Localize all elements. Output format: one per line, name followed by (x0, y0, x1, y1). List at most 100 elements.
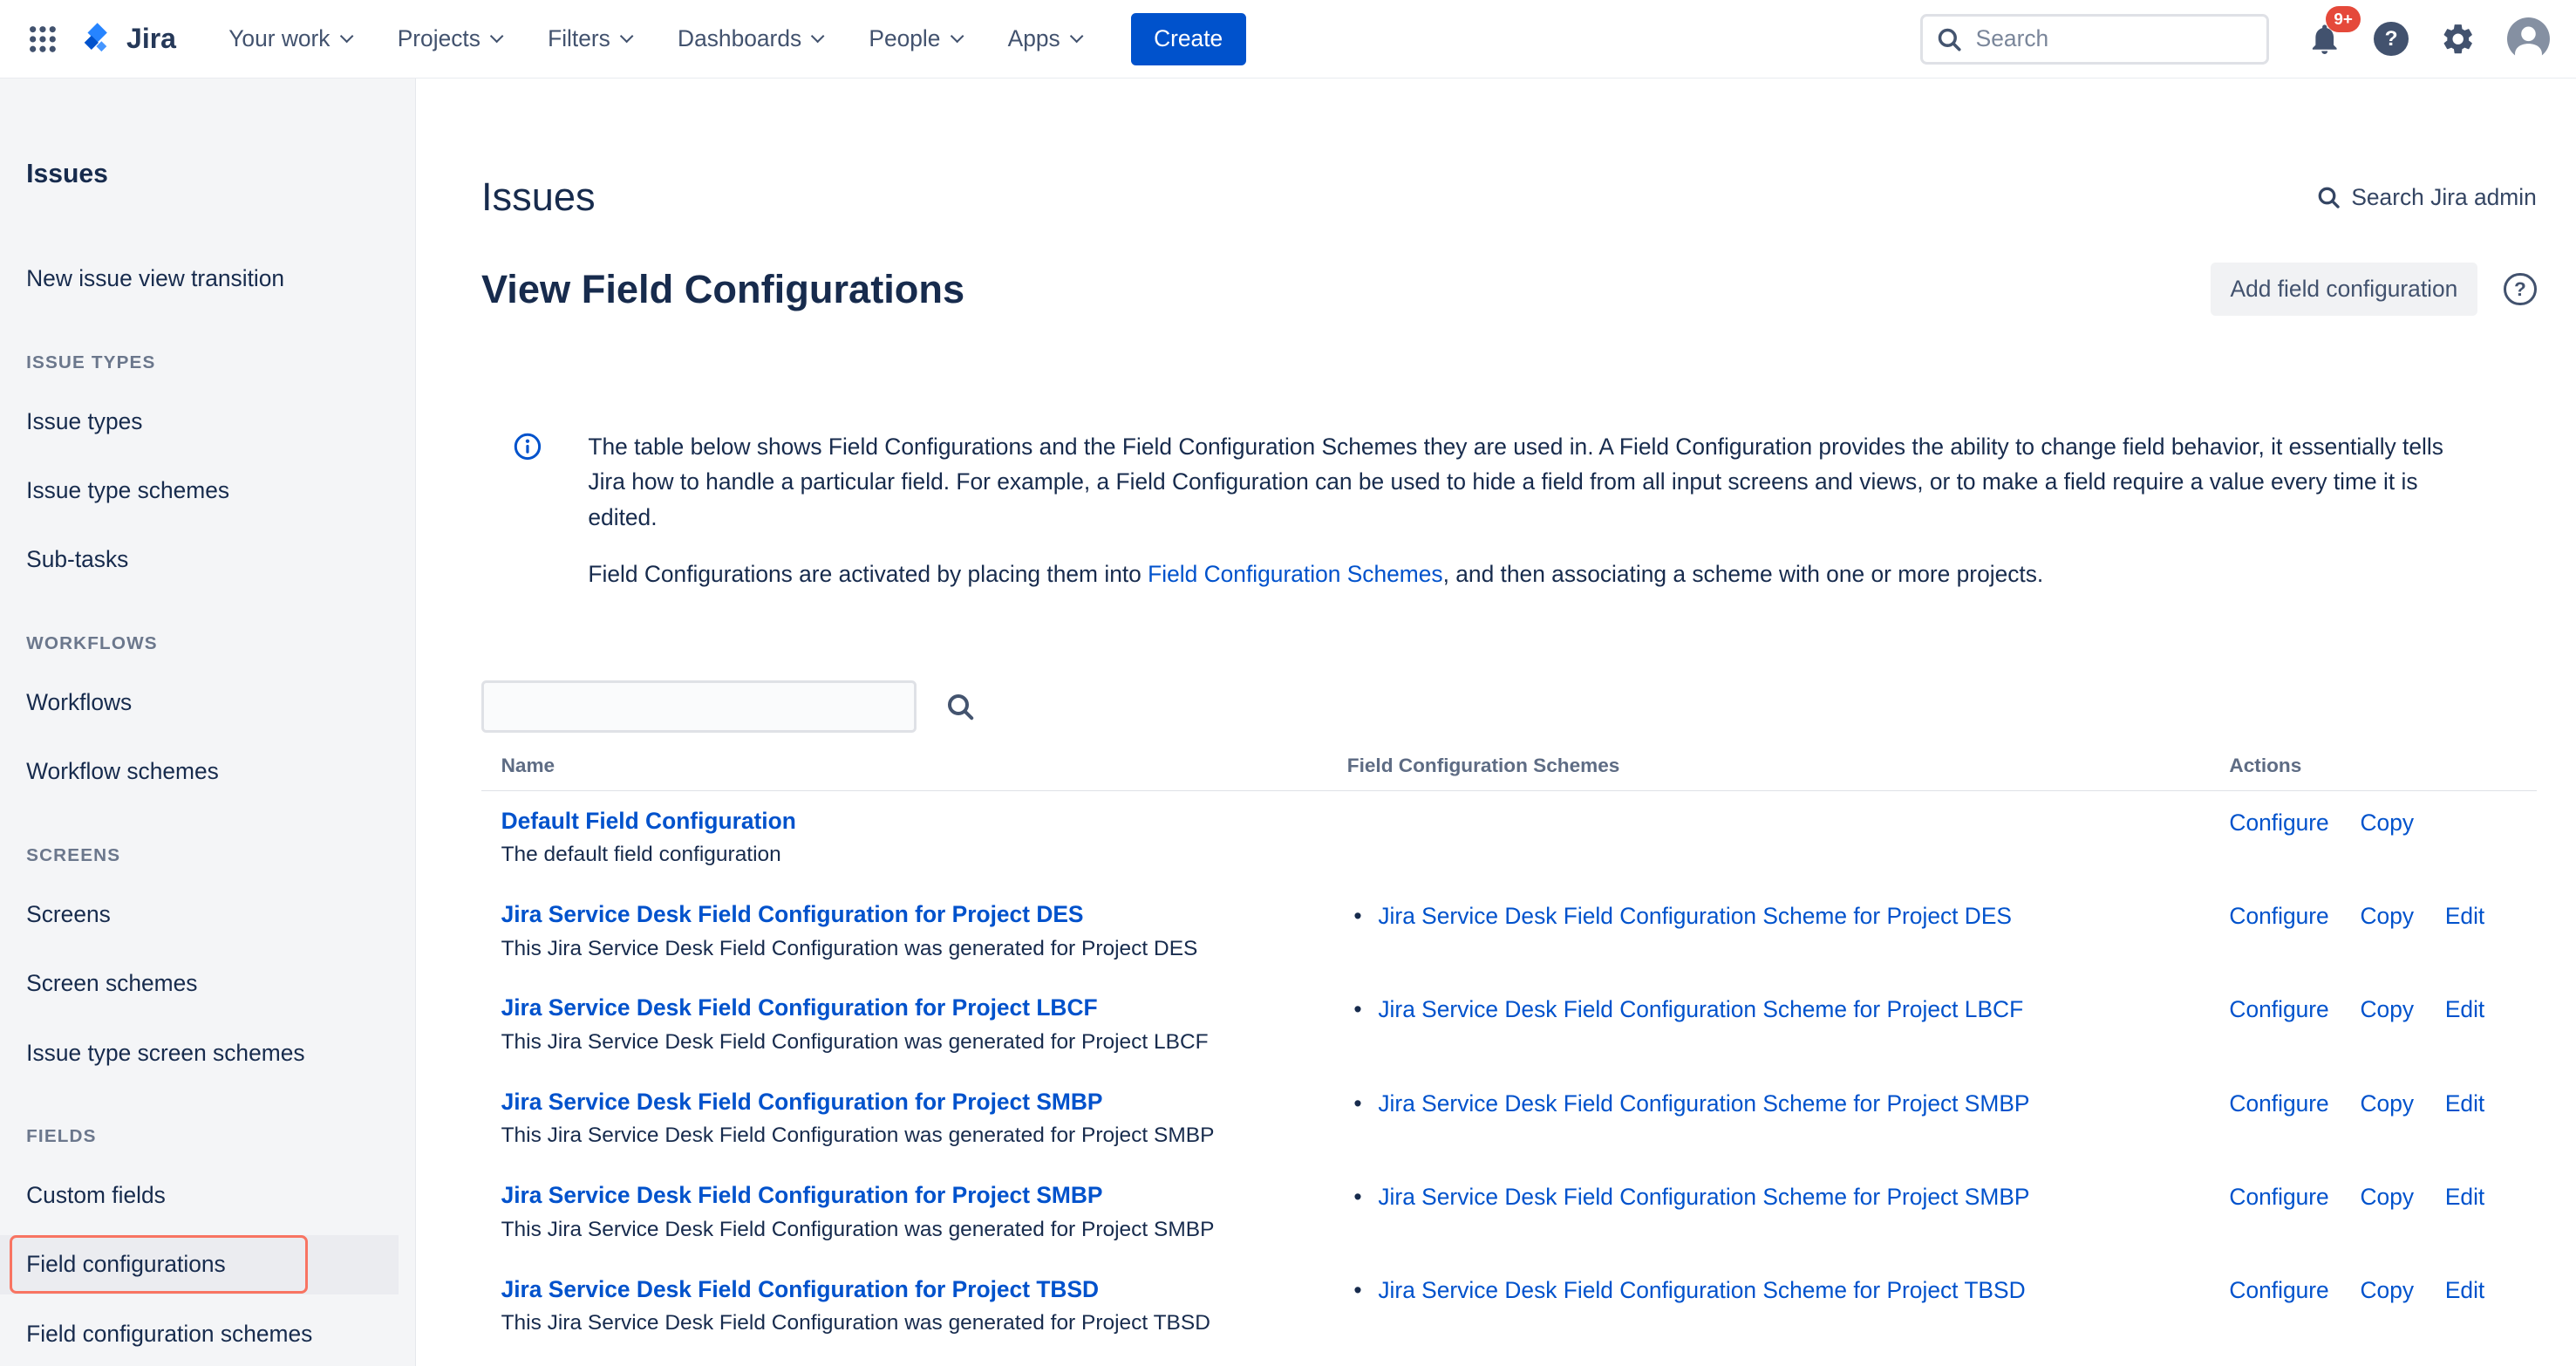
profile-button[interactable] (2507, 17, 2550, 60)
table-header-row: Name Field Configuration Schemes Actions (481, 755, 2537, 791)
scheme-item: • Jira Service Desk Field Configuration S… (1347, 1182, 2230, 1213)
configure-link[interactable]: Configure (2229, 1182, 2328, 1213)
chevron-down-icon (1070, 30, 1084, 44)
field-configuration-schemes-link[interactable]: Field Configuration Schemes (1148, 561, 1442, 587)
search-jira-admin-link[interactable]: Search Jira admin (2317, 184, 2537, 211)
nav-item-dashboards[interactable]: Dashboards (655, 13, 846, 65)
app-switcher-icon (28, 24, 58, 54)
field-configuration-link[interactable]: Jira Service Desk Field Configuration fo… (501, 993, 1098, 1024)
edit-link[interactable]: Edit (2445, 1089, 2484, 1120)
schemes-cell: •Jira Service Desk Field Configuration S… (1347, 1274, 2230, 1338)
nav-item-label: People (869, 25, 940, 52)
configure-link[interactable]: Configure (2229, 1089, 2328, 1120)
chevron-down-icon (620, 30, 634, 44)
nav-item-apps[interactable]: Apps (985, 13, 1104, 65)
nav-item-label: Filters (548, 25, 610, 52)
sidebar-item-screens[interactable]: Screens (0, 885, 399, 945)
name-cell: Jira Service Desk Field Configuration fo… (481, 993, 1347, 1056)
global-search (1920, 14, 2268, 65)
nav-item-label: Dashboards (678, 25, 801, 52)
search-icon (2317, 186, 2340, 208)
column-header-actions: Actions (2229, 755, 2536, 777)
copy-link[interactable]: Copy (2361, 1275, 2415, 1307)
gear-icon (2440, 21, 2476, 57)
copy-link[interactable]: Copy (2361, 808, 2415, 839)
edit-link[interactable]: Edit (2445, 1182, 2484, 1213)
actions-cell: Configure Copy Edit (2229, 1087, 2536, 1151)
edit-link[interactable]: Edit (2445, 994, 2484, 1026)
help-button[interactable]: ? (2374, 22, 2409, 57)
primary-nav: Your work Projects Filters Dashboards People… (206, 13, 1105, 65)
field-configuration-description: This Jira Service Desk Field Configurati… (501, 934, 1347, 964)
field-configuration-link[interactable]: Jira Service Desk Field Configuration fo… (501, 899, 1084, 931)
sidebar-item-screen-schemes[interactable]: Screen schemes (0, 954, 399, 1014)
configure-link[interactable]: Configure (2229, 1275, 2328, 1307)
nav-item-projects[interactable]: Projects (374, 13, 524, 65)
settings-button[interactable] (2440, 21, 2476, 57)
global-search-input[interactable] (1920, 14, 2268, 65)
nav-item-label: Your work (228, 25, 330, 52)
sidebar-item-field-configurations-selected[interactable]: Field configurations (0, 1235, 399, 1294)
configure-link[interactable]: Configure (2229, 808, 2328, 839)
nav-item-people[interactable]: People (846, 13, 985, 65)
nav-item-filters[interactable]: Filters (525, 13, 655, 65)
sidebar-item-issue-types[interactable]: Issue types (0, 393, 399, 452)
jira-wordmark: Jira (126, 23, 176, 55)
field-configuration-description: This Jira Service Desk Field Configurati… (501, 1308, 1347, 1338)
scheme-link[interactable]: Jira Service Desk Field Configuration Sc… (1378, 1275, 2025, 1307)
sidebar-item-field-configuration-schemes[interactable]: Field configuration schemes (0, 1305, 399, 1364)
search-icon (1937, 27, 1961, 51)
configure-link[interactable]: Configure (2229, 901, 2328, 932)
copy-link[interactable]: Copy (2361, 901, 2415, 932)
page-title: Issues (481, 174, 596, 220)
nav-item-label: Projects (398, 25, 480, 52)
app-switcher-button[interactable] (20, 13, 66, 65)
scheme-link[interactable]: Jira Service Desk Field Configuration Sc… (1378, 1089, 2029, 1120)
copy-link[interactable]: Copy (2361, 994, 2415, 1026)
sidebar-title: Issues (26, 158, 414, 191)
scheme-link[interactable]: Jira Service Desk Field Configuration Sc… (1378, 901, 2012, 932)
table-row: Jira Service Desk Field Configuration fo… (481, 1072, 2537, 1165)
sidebar-item-new-issue-view-transition[interactable]: New issue view transition (0, 249, 399, 309)
scheme-link[interactable]: Jira Service Desk Field Configuration Sc… (1378, 1182, 2029, 1213)
sidebar-item-sub-tasks[interactable]: Sub-tasks (0, 530, 399, 590)
scheme-link[interactable]: Jira Service Desk Field Configuration Sc… (1378, 994, 2023, 1026)
table-body: Default Field ConfigurationThe default f… (481, 791, 2537, 1353)
avatar (2507, 17, 2550, 60)
copy-link[interactable]: Copy (2361, 1089, 2415, 1120)
sidebar-section-heading-workflows: WORKFLOWS (26, 631, 414, 657)
edit-link[interactable]: Edit (2445, 1275, 2484, 1307)
search-jira-admin-label: Search Jira admin (2351, 184, 2536, 211)
create-button[interactable]: Create (1131, 13, 1246, 65)
edit-link[interactable]: Edit (2445, 901, 2484, 932)
bullet: • (1353, 1182, 1361, 1213)
chevron-down-icon (950, 30, 964, 44)
sidebar-item-workflow-schemes[interactable]: Workflow schemes (0, 742, 399, 802)
add-field-configuration-button[interactable]: Add field configuration (2211, 263, 2477, 315)
nav-item-your-work[interactable]: Your work (206, 13, 374, 65)
sidebar-item-issue-type-screen-schemes[interactable]: Issue type screen schemes (0, 1024, 399, 1083)
schemes-cell (1347, 806, 2230, 870)
field-configuration-link[interactable]: Jira Service Desk Field Configuration fo… (501, 1274, 1100, 1306)
schemes-cell: •Jira Service Desk Field Configuration S… (1347, 993, 2230, 1056)
field-configuration-description: This Jira Service Desk Field Configurati… (501, 1028, 1347, 1057)
field-configuration-link[interactable]: Jira Service Desk Field Configuration fo… (501, 1087, 1103, 1118)
actions-cell: Configure Copy (2229, 806, 2536, 870)
info-icon (513, 432, 542, 461)
field-configuration-link[interactable]: Jira Service Desk Field Configuration fo… (501, 1180, 1103, 1212)
configure-link[interactable]: Configure (2229, 994, 2328, 1026)
notifications-button[interactable]: 9+ (2307, 21, 2342, 57)
table-row: Jira Service Desk Field Configuration fo… (481, 884, 2537, 978)
bullet: • (1353, 1089, 1361, 1120)
search-icon[interactable] (946, 693, 974, 721)
jira-logo[interactable]: Jira (78, 20, 176, 58)
actions-cell: Configure Copy Edit (2229, 1180, 2536, 1244)
sidebar-item-custom-fields[interactable]: Custom fields (0, 1166, 399, 1226)
sidebar-item-workflows[interactable]: Workflows (0, 673, 399, 733)
copy-link[interactable]: Copy (2361, 1182, 2415, 1213)
jira-logo-icon (78, 20, 116, 58)
field-configuration-link[interactable]: Default Field Configuration (501, 806, 796, 837)
sidebar-item-issue-type-schemes[interactable]: Issue type schemes (0, 461, 399, 521)
question-help-icon[interactable]: ? (2504, 273, 2537, 306)
filter-input[interactable] (481, 680, 917, 733)
